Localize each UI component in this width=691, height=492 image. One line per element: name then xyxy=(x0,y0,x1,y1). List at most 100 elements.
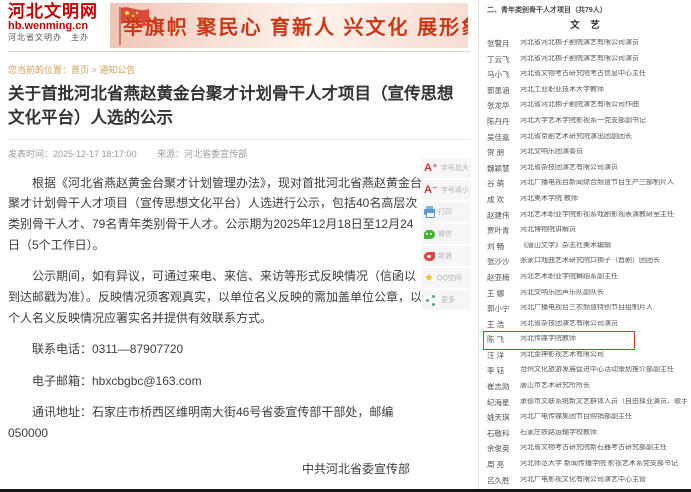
roster-row: 张警月河北省河北梆子剧院演艺有限公司演员 xyxy=(487,39,687,48)
person-org: 河北金神影视艺术有限公司 xyxy=(520,351,604,359)
person-org: 河北广播电视台三农频道特别节目组制片人 xyxy=(520,304,653,312)
roster-row: 王 娜河北交响乐团声乐队副队长 xyxy=(487,289,687,298)
site-header: 河北文明网 hb.wenming.cn 河北省文明办 主办 举旗帜 聚民心 育新… xyxy=(8,0,470,52)
site-logo-subtitle: 河北省文明办 主办 xyxy=(8,34,98,42)
tool-font-inc[interactable]: A⁺字号加大 xyxy=(421,158,471,178)
person-org: 《唐山文学》杂志社美术编辑 xyxy=(520,242,611,250)
person-org: 张家口戏曲艺术研究院口梆子（晋剧）团团长 xyxy=(520,257,660,265)
person-name: 刘 畅 xyxy=(487,242,520,251)
print-icon xyxy=(424,209,435,215)
roster-row: 张沙沙张家口戏曲艺术研究院口梆子（晋剧）团团长 xyxy=(487,257,687,266)
person-name: 李 钰 xyxy=(487,366,520,375)
person-name: 姚天琪 xyxy=(487,413,520,422)
person-name: 陈 飞 xyxy=(487,335,520,344)
person-name: 王 浩 xyxy=(487,320,520,329)
slogan-banner: 举旗帜 聚民心 育新人 兴文化 展形象 xyxy=(110,3,468,48)
person-org: 河北大学艺术学院影视系一党支部副书记 xyxy=(520,117,646,125)
person-name: 赵亚楠 xyxy=(487,273,520,282)
signature-block: 中共河北省委宣传部 2025年12月17日 xyxy=(8,460,424,492)
person-org: 河北艺术职业学院影视系戏剧影视表演教研室主任 xyxy=(520,211,674,219)
roster-row: 陈丹丹河北大学艺术学院影视系一党支部副书记 xyxy=(487,117,687,126)
person-name: 贺 朋 xyxy=(487,148,520,157)
person-name: 周 亮 xyxy=(487,460,520,469)
roster-panel: 二、青年类别骨干人才项目（共79人） 文 艺 张警月河北省河北梆子剧院演艺有限公… xyxy=(478,0,691,489)
person-org: 河北广电传媒集团节目购销部副主任 xyxy=(520,413,632,421)
share-more-icon xyxy=(426,299,429,302)
person-org: 河北省河北梆子剧院演艺有限公司演员 xyxy=(520,39,639,47)
breadcrumb-current-link[interactable]: 通知公告 xyxy=(99,65,135,75)
roster-row: 丁云飞河北省河北梆子剧院演艺有限公司演员 xyxy=(487,55,687,64)
roster-row: 石敬科石家庄铁路运输学校教师 xyxy=(487,429,687,438)
person-name: 郭墨涵 xyxy=(487,86,520,95)
roster-list: 张警月河北省河北梆子剧院演艺有限公司演员丁云飞河北省河北梆子剧院演艺有限公司演员… xyxy=(487,39,687,485)
person-org: 河北省河北梆子剧院演艺有限公司演员 xyxy=(520,55,639,63)
roster-row: 贺 朋河北交响乐团演奏员 xyxy=(487,148,687,157)
font-decrease-icon: A⁻ xyxy=(424,185,438,196)
roster-row: 张龙华河北省河北梆子剧院演艺有限公司作曲 xyxy=(487,101,687,110)
article-paragraph: 电子邮箱：hbxcbgbc@163.com xyxy=(8,371,424,392)
article-meta: 发表时间：2025-12-17 18:17:00 来源：河北省委宣传部 xyxy=(8,140,470,162)
person-org: 河北艺术职业学院舞蹈系副主任 xyxy=(520,273,618,281)
roster-row: 贾叶青河北博物院讲解员 xyxy=(487,226,687,235)
person-org: 河北交响乐团声乐队副队长 xyxy=(520,289,604,297)
person-name: 赵建伟 xyxy=(487,211,520,220)
person-org: 河北省京剧艺术研究院演出团副团长 xyxy=(520,133,632,141)
tool-label: 新浪 xyxy=(438,251,452,261)
site-logo-title[interactable]: 河北文明网 xyxy=(8,3,98,21)
roster-row: 汪 洋河北金神影视艺术有限公司 xyxy=(487,351,687,360)
roster-row: 吴佳嘉河北省京剧艺术研究院演出团副团长 xyxy=(487,133,687,142)
person-name: 张龙华 xyxy=(487,101,520,110)
roster-row: 姚天琪河北广电传媒集团节目购销部副主任 xyxy=(487,413,687,422)
site-logo-domain[interactable]: hb.wenming.cn xyxy=(8,21,98,33)
signature-org: 中共河北省委宣传部 xyxy=(8,460,410,477)
roster-row: 王 浩河北省杂技团演艺有限公司演员 xyxy=(487,320,687,329)
person-name: 石敬科 xyxy=(487,429,520,438)
tool-print[interactable]: 打印 xyxy=(421,202,471,222)
page-title: 关于首批河北省燕赵黄金台聚才计划骨干人才项目（宣传思想文化平台）人选的公示 xyxy=(8,83,466,131)
person-name: 魏颖慧 xyxy=(487,164,520,173)
article-paragraph: 公示期间，如有异议，可通过来电、来信、来访等形式反映情况（信函以到达邮戳为准）。… xyxy=(8,266,424,328)
tool-label: 字号减小 xyxy=(441,185,469,195)
person-name: 马小飞 xyxy=(487,70,520,79)
roster-row: 魏颖慧河北省杂技团演艺有限公司演员 xyxy=(487,164,687,173)
person-org: 河北省文物考古研究院考古信息中心主任 xyxy=(520,70,646,78)
person-name: 陈丹丹 xyxy=(487,117,520,126)
person-org: 河北美术学院 教师 xyxy=(520,195,578,203)
font-increase-icon: A⁺ xyxy=(424,163,438,174)
person-org: 河北省杂技团演艺有限公司演员 xyxy=(520,320,618,328)
roster-row: 崔志勋唐山市艺术研究所所长 xyxy=(487,382,687,391)
roster-row-highlighted: 陈 飞河北传媒学院教师 xyxy=(487,335,687,344)
roster-section-title: 二、青年类别骨干人才项目（共79人） xyxy=(487,5,687,15)
roster-category: 文 艺 xyxy=(487,17,687,31)
person-name: 吴佳嘉 xyxy=(487,133,520,142)
person-org: 河北工业职业技术大学教师 xyxy=(520,86,604,94)
person-name: 吕久胜 xyxy=(487,476,520,485)
person-name: 谷 萌 xyxy=(487,179,520,188)
article-column: 河北文明网 hb.wenming.cn 河北省文明办 主办 举旗帜 聚民心 育新… xyxy=(0,0,478,489)
roster-row: 刘 畅《唐山文学》杂志社美术编辑 xyxy=(487,242,687,251)
tool-qzone[interactable]: ★QQ空间 xyxy=(421,268,471,288)
roster-row: 周 亮河北师范大学 新闻传播学院 影视艺术系党支部书记 xyxy=(487,460,687,469)
article-paragraph: 联系电话：0311—87907720 xyxy=(8,339,424,360)
person-name: 丁云飞 xyxy=(487,55,520,64)
site-logo[interactable]: 河北文明网 hb.wenming.cn 河北省文明办 主办 xyxy=(8,3,98,43)
tool-more[interactable]: 更多 xyxy=(421,290,471,310)
roster-row: 郭墨涵河北工业职业技术大学教师 xyxy=(487,86,687,95)
qzone-star-icon: ★ xyxy=(424,273,434,284)
tool-label: QQ空间 xyxy=(437,273,462,283)
tool-label: 微信 xyxy=(438,229,452,239)
person-org: 河北省河北梆子剧院演艺有限公司作曲 xyxy=(520,101,639,109)
person-org: 河北广电影视文化有限公司演艺中心主管 xyxy=(520,476,646,484)
publish-time: 发表时间：2025-12-17 18:17:00 xyxy=(8,149,137,159)
tool-weibo[interactable]: 新浪 xyxy=(421,246,471,266)
tool-wechat[interactable]: 微信 xyxy=(421,224,471,244)
person-name: 贾叶青 xyxy=(487,226,520,235)
article-paragraph: 根据《河北省燕赵黄金台聚才计划管理办法》，现对首批河北省燕赵黄金台聚才计划骨干人… xyxy=(8,173,424,256)
tool-font-dec[interactable]: A⁻字号减小 xyxy=(421,180,471,200)
person-name: 汪 洋 xyxy=(487,351,520,360)
roster-row: 郭小宁河北广播电视台三农频道特别节目组制片人 xyxy=(487,304,687,313)
breadcrumb-prefix: 您当前的位置： xyxy=(8,65,71,75)
page: 河北文明网 hb.wenming.cn 河北省文明办 主办 举旗帜 聚民心 育新… xyxy=(0,0,691,492)
breadcrumb-home-link[interactable]: 首页 xyxy=(71,65,89,75)
person-org: 承德市文联系统新文艺群体人员（自由择业演员、歌手） xyxy=(520,398,687,406)
